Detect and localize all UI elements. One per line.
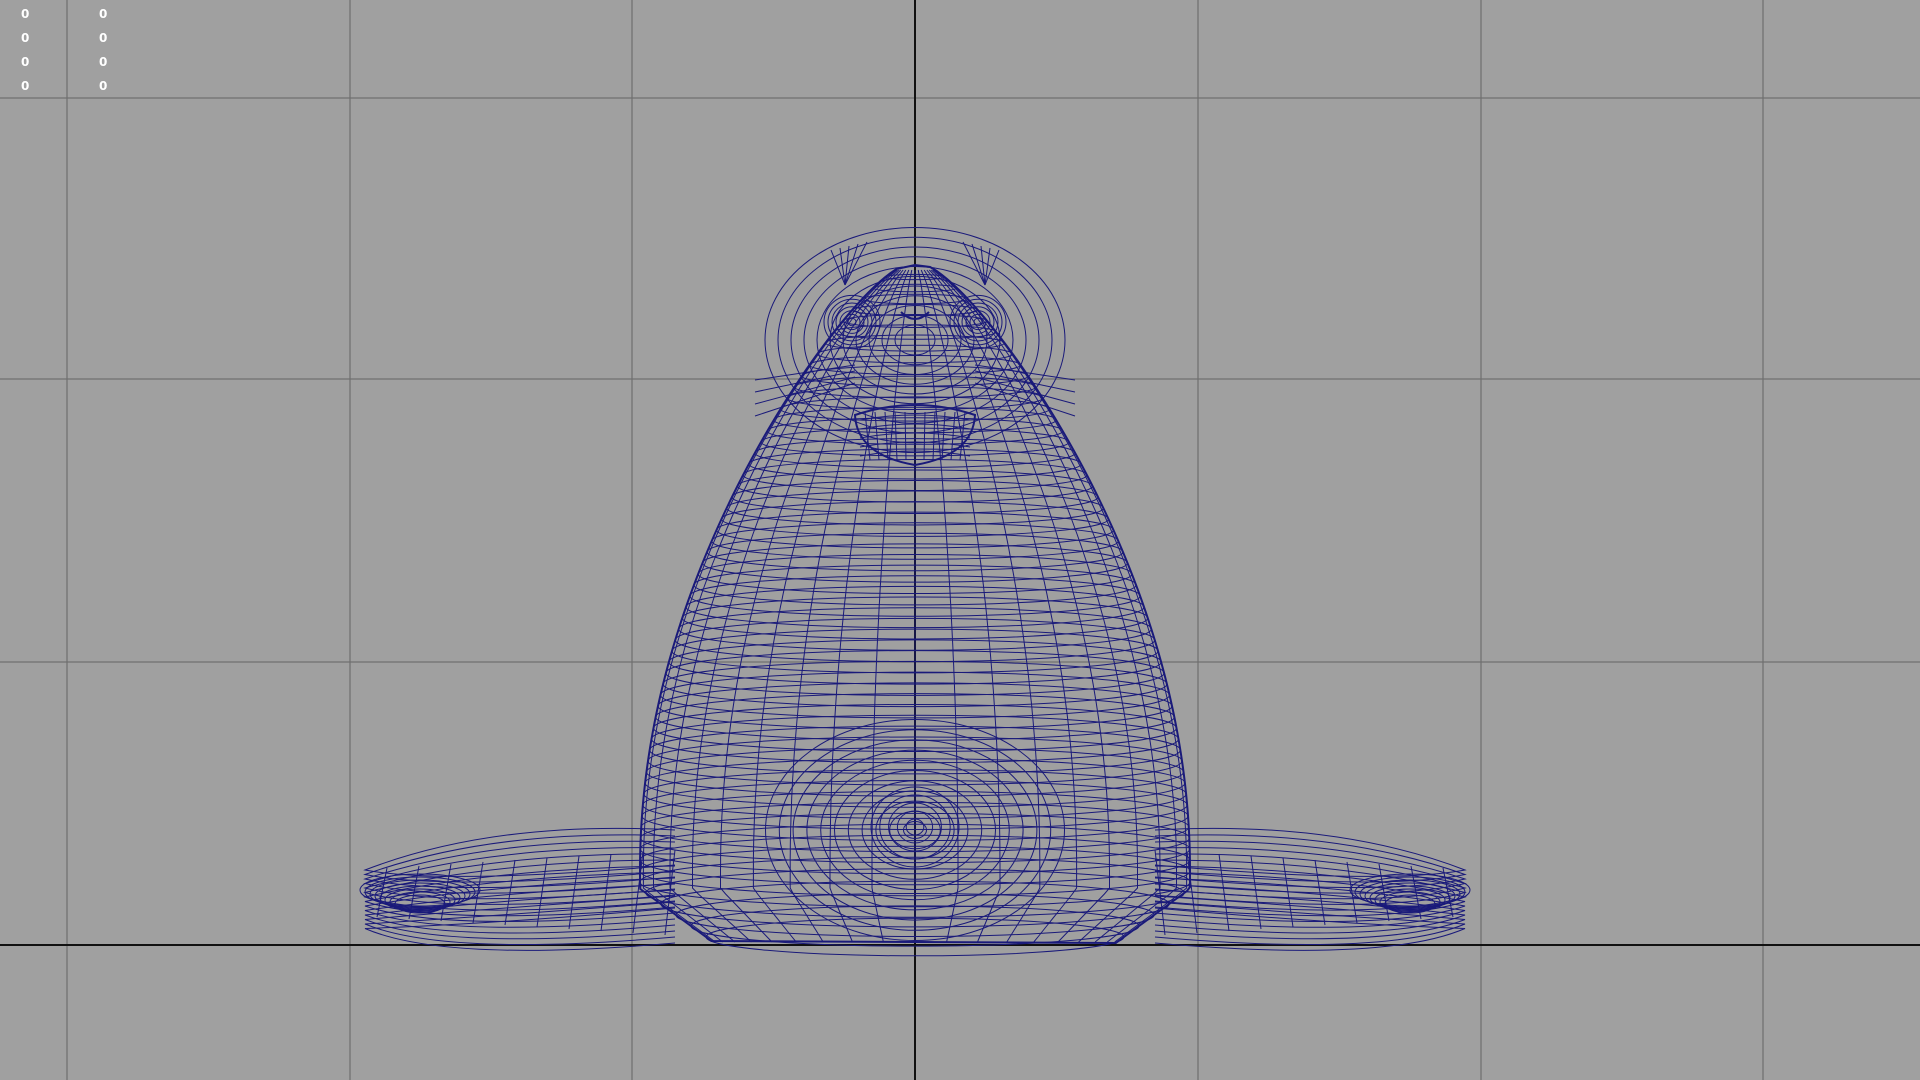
hud-value: 0 <box>99 55 108 69</box>
flipper-rib <box>1218 853 1230 932</box>
hud-value: 0 <box>21 79 30 93</box>
hud-value: 0 <box>21 55 30 69</box>
muzzle-wire <box>923 411 926 461</box>
cheek-whisker <box>974 364 1076 381</box>
flipper-wire <box>1154 827 1467 877</box>
flipper-wire <box>1154 895 1466 940</box>
muzzle-wire <box>904 411 907 461</box>
seal-wireframe-model[interactable] <box>0 0 1920 1080</box>
cheek-whisker <box>754 364 856 381</box>
muzzle-wire <box>932 411 936 461</box>
flipper-rib <box>600 853 612 932</box>
flipper-rib <box>568 855 580 930</box>
hud-value: 0 <box>21 7 30 21</box>
eye-ring <box>827 298 877 346</box>
wire-meridian <box>920 269 1001 943</box>
wire-meridian <box>932 269 1161 943</box>
viewport-panel[interactable]: 0 0 0 0 0 0 0 0 <box>0 0 1920 1080</box>
muzzle-wire <box>894 411 898 461</box>
wire-meridian <box>829 269 910 943</box>
hud-value: 0 <box>99 31 108 45</box>
wire-meridian <box>642 269 896 943</box>
flipper-wire <box>1154 907 1466 951</box>
wire-meridian <box>669 269 898 943</box>
flipper-wire <box>364 907 676 951</box>
hud-value: 0 <box>99 7 108 21</box>
flipper-rib <box>1250 855 1262 930</box>
flipper-wire <box>364 895 676 940</box>
hud-value: 0 <box>99 79 108 93</box>
heads-up-display: 0 0 0 0 0 0 0 0 <box>0 0 140 100</box>
flipper-wire <box>363 827 676 877</box>
hud-value: 0 <box>21 31 30 45</box>
eye-ring <box>953 298 1003 346</box>
wire-meridian <box>934 269 1188 943</box>
